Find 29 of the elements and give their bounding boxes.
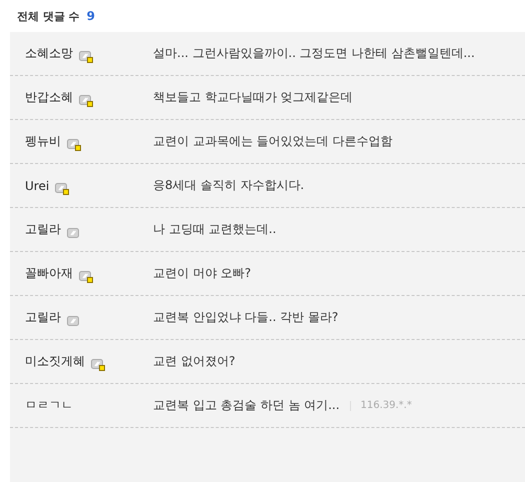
author-name[interactable]: 고릴라 [25,309,61,326]
author-name[interactable]: ㅁㄹㄱㄴ [25,397,73,414]
comment-text: 교련복 안입었냐 다들.. 각반 몰라? [153,309,338,326]
member-badge-icon [67,138,81,151]
member-badge-icon [79,270,93,283]
author-name[interactable]: 꼴빠아재 [25,265,73,282]
member-badge-icon [79,94,93,107]
author-name[interactable]: 반갑소혜 [25,89,73,106]
member-badge-icon [55,182,70,195]
member-badge-icon [79,50,93,63]
comment-text: 설마... 그런사람있을까이.. 그정도면 나한테 삼촌뻘일텐데... [153,45,475,62]
author-name[interactable]: 미소짓게혜 [25,353,85,370]
comment-count-label: 전체 댓글 수 [17,8,80,24]
author-name[interactable]: 펭뉴비 [25,133,61,150]
author-name[interactable]: Urei [25,178,50,192]
member-badge-icon [91,358,105,371]
comment-text: 교련이 머야 오빠? [153,265,251,282]
author-name[interactable]: 소혜소망 [25,45,73,62]
ip-address: 116.39.*.* [350,400,412,410]
comment-text: 교련복 입고 총검술 하던 놈 여기... [153,397,340,414]
comment-text: 나 고딩때 교련했는데.. [153,221,276,238]
member-icon [67,226,79,238]
comment-text: 응8세대 솔직히 자수합시다. [153,177,304,194]
comment-text: 교련 없어졌어? [153,353,236,370]
comment-count: 9 [86,9,96,23]
comment-text: 책보들고 학교다닐때가 엊그제같은데 [153,89,353,106]
comment-text: 교련이 교과목에는 들어있었는데 다른수업함 [153,133,392,150]
member-icon [67,314,79,326]
author-name[interactable]: 고릴라 [25,221,61,238]
